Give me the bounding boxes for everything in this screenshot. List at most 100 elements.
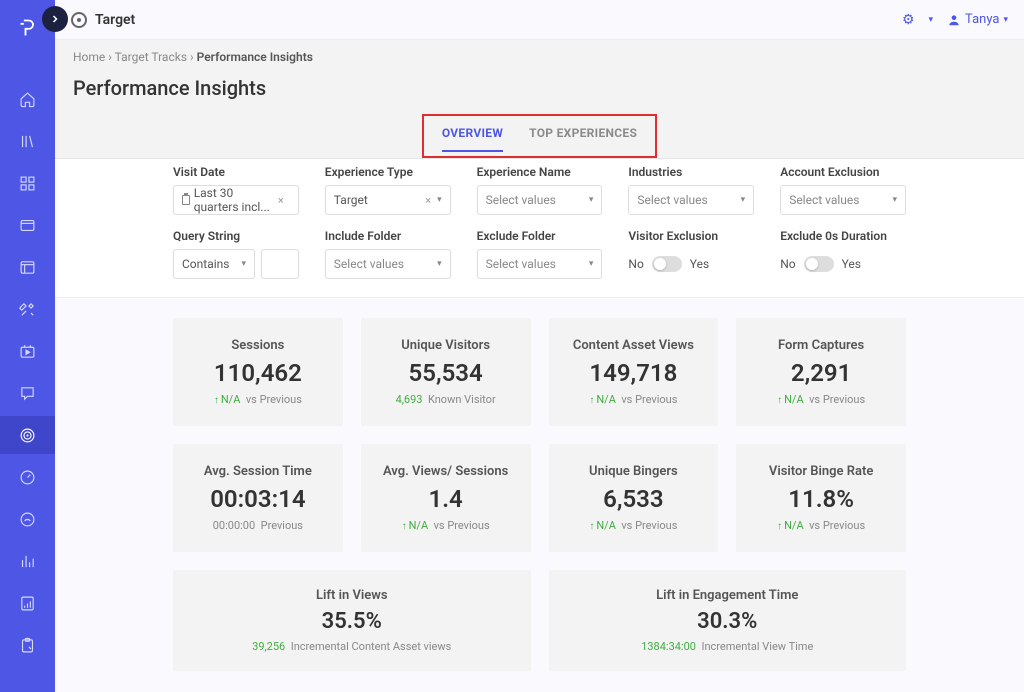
- settings-caret-icon[interactable]: ▾: [929, 15, 934, 25]
- placeholder: Select values: [789, 193, 859, 207]
- kpi-change: N/A: [777, 519, 804, 532]
- kpi-change: N/A: [777, 393, 804, 406]
- filter-label: Exclude 0s Duration: [780, 229, 906, 243]
- kpi-avg-views-sessions: Avg. Views/ Sessions 1.4 N/A vs Previous: [361, 444, 531, 552]
- nav-target-icon[interactable]: [0, 416, 55, 454]
- nav-chat-icon[interactable]: [0, 374, 55, 412]
- user-name: Tanya: [965, 12, 999, 27]
- tab-top-experiences[interactable]: TOP EXPERIENCES: [529, 126, 637, 152]
- breadcrumb-home[interactable]: Home: [73, 50, 105, 64]
- exclude-zero-toggle[interactable]: [804, 256, 834, 272]
- nav-tools-icon[interactable]: [0, 290, 55, 328]
- page-title-row: Performance Insights: [55, 70, 1024, 114]
- breadcrumb-current: Performance Insights: [197, 50, 313, 64]
- filter-industries: Industries Select values ▾: [628, 165, 754, 215]
- kpi-vs: vs Previous: [246, 393, 302, 406]
- sidebar-expand-button[interactable]: [42, 6, 68, 32]
- nav-home-icon[interactable]: [0, 80, 55, 118]
- chevron-down-icon: ▾: [437, 195, 442, 205]
- filter-experience-type: Experience Type Target × ▾: [325, 165, 451, 215]
- filter-experience-name: Experience Name Select values ▾: [477, 165, 603, 215]
- visit-date-value: Last 30 quarters incl...: [194, 186, 278, 214]
- nav-report-icon[interactable]: [0, 584, 55, 622]
- kpi-value: 55,534: [371, 359, 521, 387]
- kpi-form-captures: Form Captures 2,291 N/A vs Previous: [736, 318, 906, 426]
- kpi-value: 00:03:14: [183, 485, 333, 513]
- nav-play-icon[interactable]: [0, 332, 55, 370]
- toggle-no: No: [780, 257, 795, 271]
- kpi-inc-n: 39,256: [252, 640, 285, 653]
- nav-library-icon[interactable]: [0, 122, 55, 160]
- industries-select[interactable]: Select values ▾: [628, 185, 754, 215]
- filter-label: Visitor Exclusion: [628, 229, 754, 243]
- kpi-title: Unique Bingers: [559, 464, 709, 479]
- chevron-down-icon: ▾: [241, 259, 246, 269]
- nav-speed-icon[interactable]: [0, 500, 55, 538]
- kpi-vs: Previous: [261, 519, 303, 532]
- nav-bar-chart-icon[interactable]: [0, 542, 55, 580]
- main-area: Target ⚙ ▾ Tanya ▾ Home › Target Tracks …: [55, 0, 1024, 692]
- kpi-unique-bingers: Unique Bingers 6,533 N/A vs Previous: [549, 444, 719, 552]
- kpi-sessions: Sessions 110,462 N/A vs Previous: [173, 318, 343, 426]
- filter-include-folder: Include Folder Select values ▾: [325, 229, 451, 279]
- toggle-no: No: [628, 257, 643, 271]
- filter-label: Experience Type: [325, 165, 451, 179]
- filter-query-string: Query String Contains ▾: [173, 229, 299, 279]
- kpi-title: Form Captures: [746, 338, 896, 353]
- kpi-title: Unique Visitors: [371, 338, 521, 353]
- page-title: Performance Insights: [73, 76, 1006, 100]
- experience-name-select[interactable]: Select values ▾: [477, 185, 603, 215]
- filter-label: Query String: [173, 229, 299, 243]
- filter-visitor-exclusion: Visitor Exclusion No Yes: [628, 229, 754, 279]
- visit-date-select[interactable]: Last 30 quarters incl... ×: [173, 185, 299, 215]
- kpi-value: 35.5%: [183, 609, 521, 634]
- kpi-unique-visitors: Unique Visitors 55,534 4,693 Known Visit…: [361, 318, 531, 426]
- filter-label: Account Exclusion: [780, 165, 906, 179]
- experience-type-value: Target: [334, 193, 368, 207]
- kpi-value: 2,291: [746, 359, 896, 387]
- placeholder: Select values: [637, 193, 707, 207]
- kpi-known-n: 4,693: [396, 393, 423, 406]
- topbar: Target ⚙ ▾ Tanya ▾: [55, 0, 1024, 40]
- kpi-change: N/A: [589, 519, 616, 532]
- kpi-base: 00:00:00: [213, 519, 255, 532]
- settings-icon[interactable]: ⚙: [902, 12, 915, 28]
- kpi-value: 110,462: [183, 359, 333, 387]
- query-op-value: Contains: [182, 257, 229, 271]
- account-exclusion-select[interactable]: Select values ▾: [780, 185, 906, 215]
- calendar-icon: [182, 195, 190, 205]
- clear-icon[interactable]: ×: [278, 194, 284, 207]
- exclude-folder-select[interactable]: Select values ▾: [477, 249, 603, 279]
- breadcrumb-tracks[interactable]: Target Tracks: [115, 50, 187, 64]
- kpi-title: Content Asset Views: [559, 338, 709, 353]
- toggle-yes: Yes: [690, 257, 709, 271]
- query-string-input[interactable]: [261, 249, 299, 279]
- clear-icon[interactable]: ×: [425, 194, 431, 207]
- kpi-content-asset-views: Content Asset Views 149,718 N/A vs Previ…: [549, 318, 719, 426]
- nav-apps-icon[interactable]: [0, 164, 55, 202]
- include-folder-select[interactable]: Select values ▾: [325, 249, 451, 279]
- kpi-value: 6,533: [559, 485, 709, 513]
- kpi-grid-row1: Sessions 110,462 N/A vs Previous Unique …: [55, 318, 1024, 426]
- experience-type-select[interactable]: Target × ▾: [325, 185, 451, 215]
- user-menu[interactable]: Tanya ▾: [947, 12, 1008, 27]
- query-op-select[interactable]: Contains ▾: [173, 249, 255, 279]
- tab-overview[interactable]: OVERVIEW: [442, 126, 503, 152]
- chevron-down-icon: ▾: [437, 259, 442, 269]
- visitor-exclusion-toggle[interactable]: [652, 256, 682, 272]
- nav-window-icon[interactable]: [0, 248, 55, 286]
- placeholder: Select values: [486, 257, 556, 271]
- nav-clipboard-icon[interactable]: [0, 626, 55, 664]
- kpi-lift-engagement: Lift in Engagement Time 30.3% 1384:34:00…: [549, 570, 907, 671]
- kpi-vs: vs Previous: [809, 519, 865, 532]
- nav-box-icon[interactable]: [0, 206, 55, 244]
- filters-panel: Visit Date Last 30 quarters incl... × Ex…: [55, 159, 1024, 298]
- filter-exclude-folder: Exclude Folder Select values ▾: [477, 229, 603, 279]
- chevron-down-icon: ▾: [589, 259, 594, 269]
- kpi-value: 11.8%: [746, 485, 896, 513]
- nav-gauge-icon[interactable]: [0, 458, 55, 496]
- kpi-vs: vs Previous: [434, 519, 490, 532]
- kpi-lift-views: Lift in Views 35.5% 39,256 Incremental C…: [173, 570, 531, 671]
- kpi-vs: vs Previous: [809, 393, 865, 406]
- filter-label: Include Folder: [325, 229, 451, 243]
